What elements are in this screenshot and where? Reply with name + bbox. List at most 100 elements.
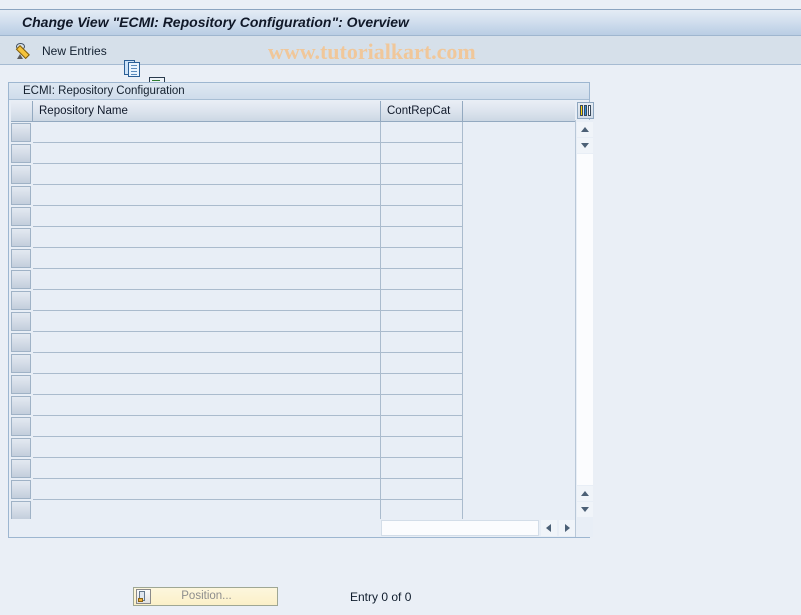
column-header-repository-name[interactable]: Repository Name [33, 101, 381, 122]
cell-repository-name[interactable] [33, 248, 381, 269]
cell-contrepcat[interactable] [381, 143, 463, 164]
table-row[interactable] [9, 290, 575, 311]
row-selector-button[interactable] [11, 375, 31, 394]
cell-contrepcat[interactable] [381, 311, 463, 332]
row-selector-button[interactable] [11, 480, 31, 499]
row-selector-button[interactable] [11, 459, 31, 478]
row-selector-button[interactable] [11, 438, 31, 457]
cell-repository-name[interactable] [33, 206, 381, 227]
cell-contrepcat[interactable] [381, 374, 463, 395]
row-selector-button[interactable] [11, 312, 31, 331]
row-selector-button[interactable] [11, 417, 31, 436]
row-selector-button[interactable] [11, 228, 31, 247]
row-selector-button[interactable] [11, 501, 31, 519]
cell-contrepcat[interactable] [381, 437, 463, 458]
table-row[interactable] [9, 248, 575, 269]
repository-table: Repository Name ContRepCat [9, 101, 594, 537]
cell-repository-name[interactable] [33, 143, 381, 164]
cell-contrepcat[interactable] [381, 122, 463, 143]
cell-contrepcat[interactable] [381, 353, 463, 374]
table-row[interactable] [9, 269, 575, 290]
row-selector-button[interactable] [11, 354, 31, 373]
application-toolbar: New Entries [0, 36, 801, 161]
table-row[interactable] [9, 458, 575, 479]
table-row[interactable] [9, 227, 575, 248]
table-row[interactable] [9, 395, 575, 416]
table-row[interactable] [9, 311, 575, 332]
scroll-left-icon[interactable] [541, 520, 557, 536]
table-row[interactable] [9, 500, 575, 519]
cell-repository-name[interactable] [33, 353, 381, 374]
cell-repository-name[interactable] [33, 416, 381, 437]
row-selector-button[interactable] [11, 144, 31, 163]
cell-contrepcat[interactable] [381, 500, 463, 519]
table-row[interactable] [9, 206, 575, 227]
table-row[interactable] [9, 353, 575, 374]
cell-contrepcat[interactable] [381, 185, 463, 206]
row-selector-button[interactable] [11, 396, 31, 415]
row-selector-button[interactable] [11, 186, 31, 205]
row-selector-button[interactable] [11, 291, 31, 310]
row-selector-button[interactable] [11, 270, 31, 289]
cell-repository-name[interactable] [33, 227, 381, 248]
scroll-up-icon[interactable] [577, 122, 593, 137]
cell-repository-name[interactable] [33, 437, 381, 458]
cell-repository-name[interactable] [33, 164, 381, 185]
position-button[interactable]: Position... [133, 587, 278, 606]
cell-repository-name[interactable] [33, 374, 381, 395]
table-row[interactable] [9, 185, 575, 206]
table-horizontal-scrollbar[interactable] [381, 519, 575, 537]
cell-repository-name[interactable] [33, 479, 381, 500]
cell-contrepcat[interactable] [381, 206, 463, 227]
scroll-page-down-icon[interactable] [577, 502, 593, 517]
cell-repository-name[interactable] [33, 500, 381, 519]
cell-repository-name[interactable] [33, 290, 381, 311]
cell-repository-name[interactable] [33, 185, 381, 206]
table-row[interactable] [9, 374, 575, 395]
horizontal-scroll-track[interactable] [381, 520, 539, 536]
cell-contrepcat[interactable] [381, 227, 463, 248]
cell-contrepcat[interactable] [381, 395, 463, 416]
cell-contrepcat[interactable] [381, 269, 463, 290]
cell-repository-name[interactable] [33, 122, 381, 143]
cell-contrepcat[interactable] [381, 248, 463, 269]
table-row[interactable] [9, 122, 575, 143]
table-row[interactable] [9, 143, 575, 164]
row-selector-button[interactable] [11, 123, 31, 142]
cell-repository-name[interactable] [33, 269, 381, 290]
table-row[interactable] [9, 479, 575, 500]
scroll-down-icon[interactable] [577, 138, 593, 153]
row-selector-button[interactable] [11, 249, 31, 268]
cell-contrepcat[interactable] [381, 458, 463, 479]
row-selector-button[interactable] [11, 207, 31, 226]
cell-contrepcat[interactable] [381, 416, 463, 437]
table-body [9, 122, 575, 519]
cell-contrepcat[interactable] [381, 479, 463, 500]
cell-contrepcat[interactable] [381, 290, 463, 311]
table-row[interactable] [9, 332, 575, 353]
vertical-scroll-track[interactable] [577, 154, 593, 485]
cell-repository-name[interactable] [33, 395, 381, 416]
page-title: Change View "ECMI: Repository Configurat… [22, 14, 409, 30]
cell-repository-name[interactable] [33, 311, 381, 332]
cell-repository-name[interactable] [33, 458, 381, 479]
repository-configuration-groupbox: ECMI: Repository Configuration Repositor… [8, 82, 594, 538]
row-selector-button[interactable] [11, 333, 31, 352]
copy-icon[interactable] [124, 59, 141, 77]
cell-contrepcat[interactable] [381, 332, 463, 353]
scroll-right-icon[interactable] [559, 520, 575, 536]
pencil-icon[interactable] [15, 42, 33, 60]
cell-contrepcat[interactable] [381, 164, 463, 185]
table-row[interactable] [9, 437, 575, 458]
row-selector-button[interactable] [11, 165, 31, 184]
new-entries-button[interactable]: New Entries [42, 44, 107, 58]
table-row[interactable] [9, 164, 575, 185]
column-header-selector[interactable] [11, 101, 33, 122]
table-vertical-scrollbar[interactable] [575, 120, 593, 537]
table-row[interactable] [9, 416, 575, 437]
column-settings-icon[interactable] [577, 102, 594, 119]
scroll-page-up-icon[interactable] [577, 486, 593, 501]
position-button-label: Position... [181, 590, 232, 602]
cell-repository-name[interactable] [33, 332, 381, 353]
column-header-contrepcat[interactable]: ContRepCat [381, 101, 463, 122]
